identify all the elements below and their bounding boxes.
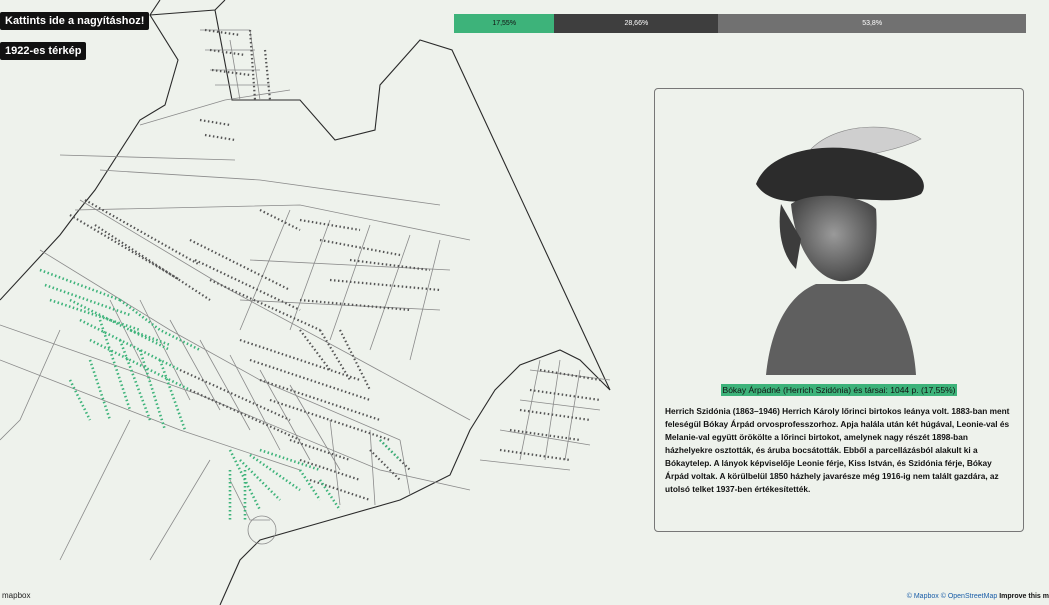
info-panel: Bókay Árpádné (Herrich Szidónia) és társ…	[654, 88, 1024, 532]
parcel-plots-other	[69, 28, 601, 502]
osm-attribution-link[interactable]: © OpenStreetMap	[941, 593, 998, 600]
district-boundary	[0, 0, 611, 605]
map-attribution: © Mapbox © OpenStreetMap Improve this m	[907, 593, 1049, 600]
mapbox-logo[interactable]: mapbox	[2, 591, 30, 600]
progress-label-3: 53,8%	[862, 20, 883, 27]
portrait-photo	[756, 126, 924, 375]
caption-wrapper: Bókay Árpádné (Herrich Szidónia) és társ…	[655, 378, 1023, 397]
progress-label-2: 28,66%	[624, 20, 649, 27]
progress-segment-2[interactable]: 28,66%	[554, 14, 719, 33]
road-network	[0, 29, 611, 561]
ownership-progress-bar: 17,55% 28,66% 53,8%	[454, 14, 1026, 33]
zoom-button[interactable]: Kattints ide a nagyításhoz!	[0, 12, 150, 30]
owner-caption: Bókay Árpádné (Herrich Szidónia) és társ…	[720, 384, 958, 396]
progress-label-bokay: 17,55%	[492, 20, 517, 27]
map-1922-button[interactable]: 1922-es térkép	[0, 42, 87, 60]
improve-map-link[interactable]: Improve this m	[999, 593, 1049, 600]
mapbox-attribution-link[interactable]: © Mapbox	[907, 593, 939, 600]
progress-segment-3[interactable]: 53,8%	[718, 14, 1026, 33]
highlighted-parcels	[39, 268, 401, 520]
mapbox-logo-text: mapbox	[2, 591, 31, 600]
owner-description: Herrich Szidónia (1863–1946) Herrich Kár…	[665, 406, 1010, 494]
progress-segment-bokay[interactable]: 17,55%	[454, 14, 555, 33]
